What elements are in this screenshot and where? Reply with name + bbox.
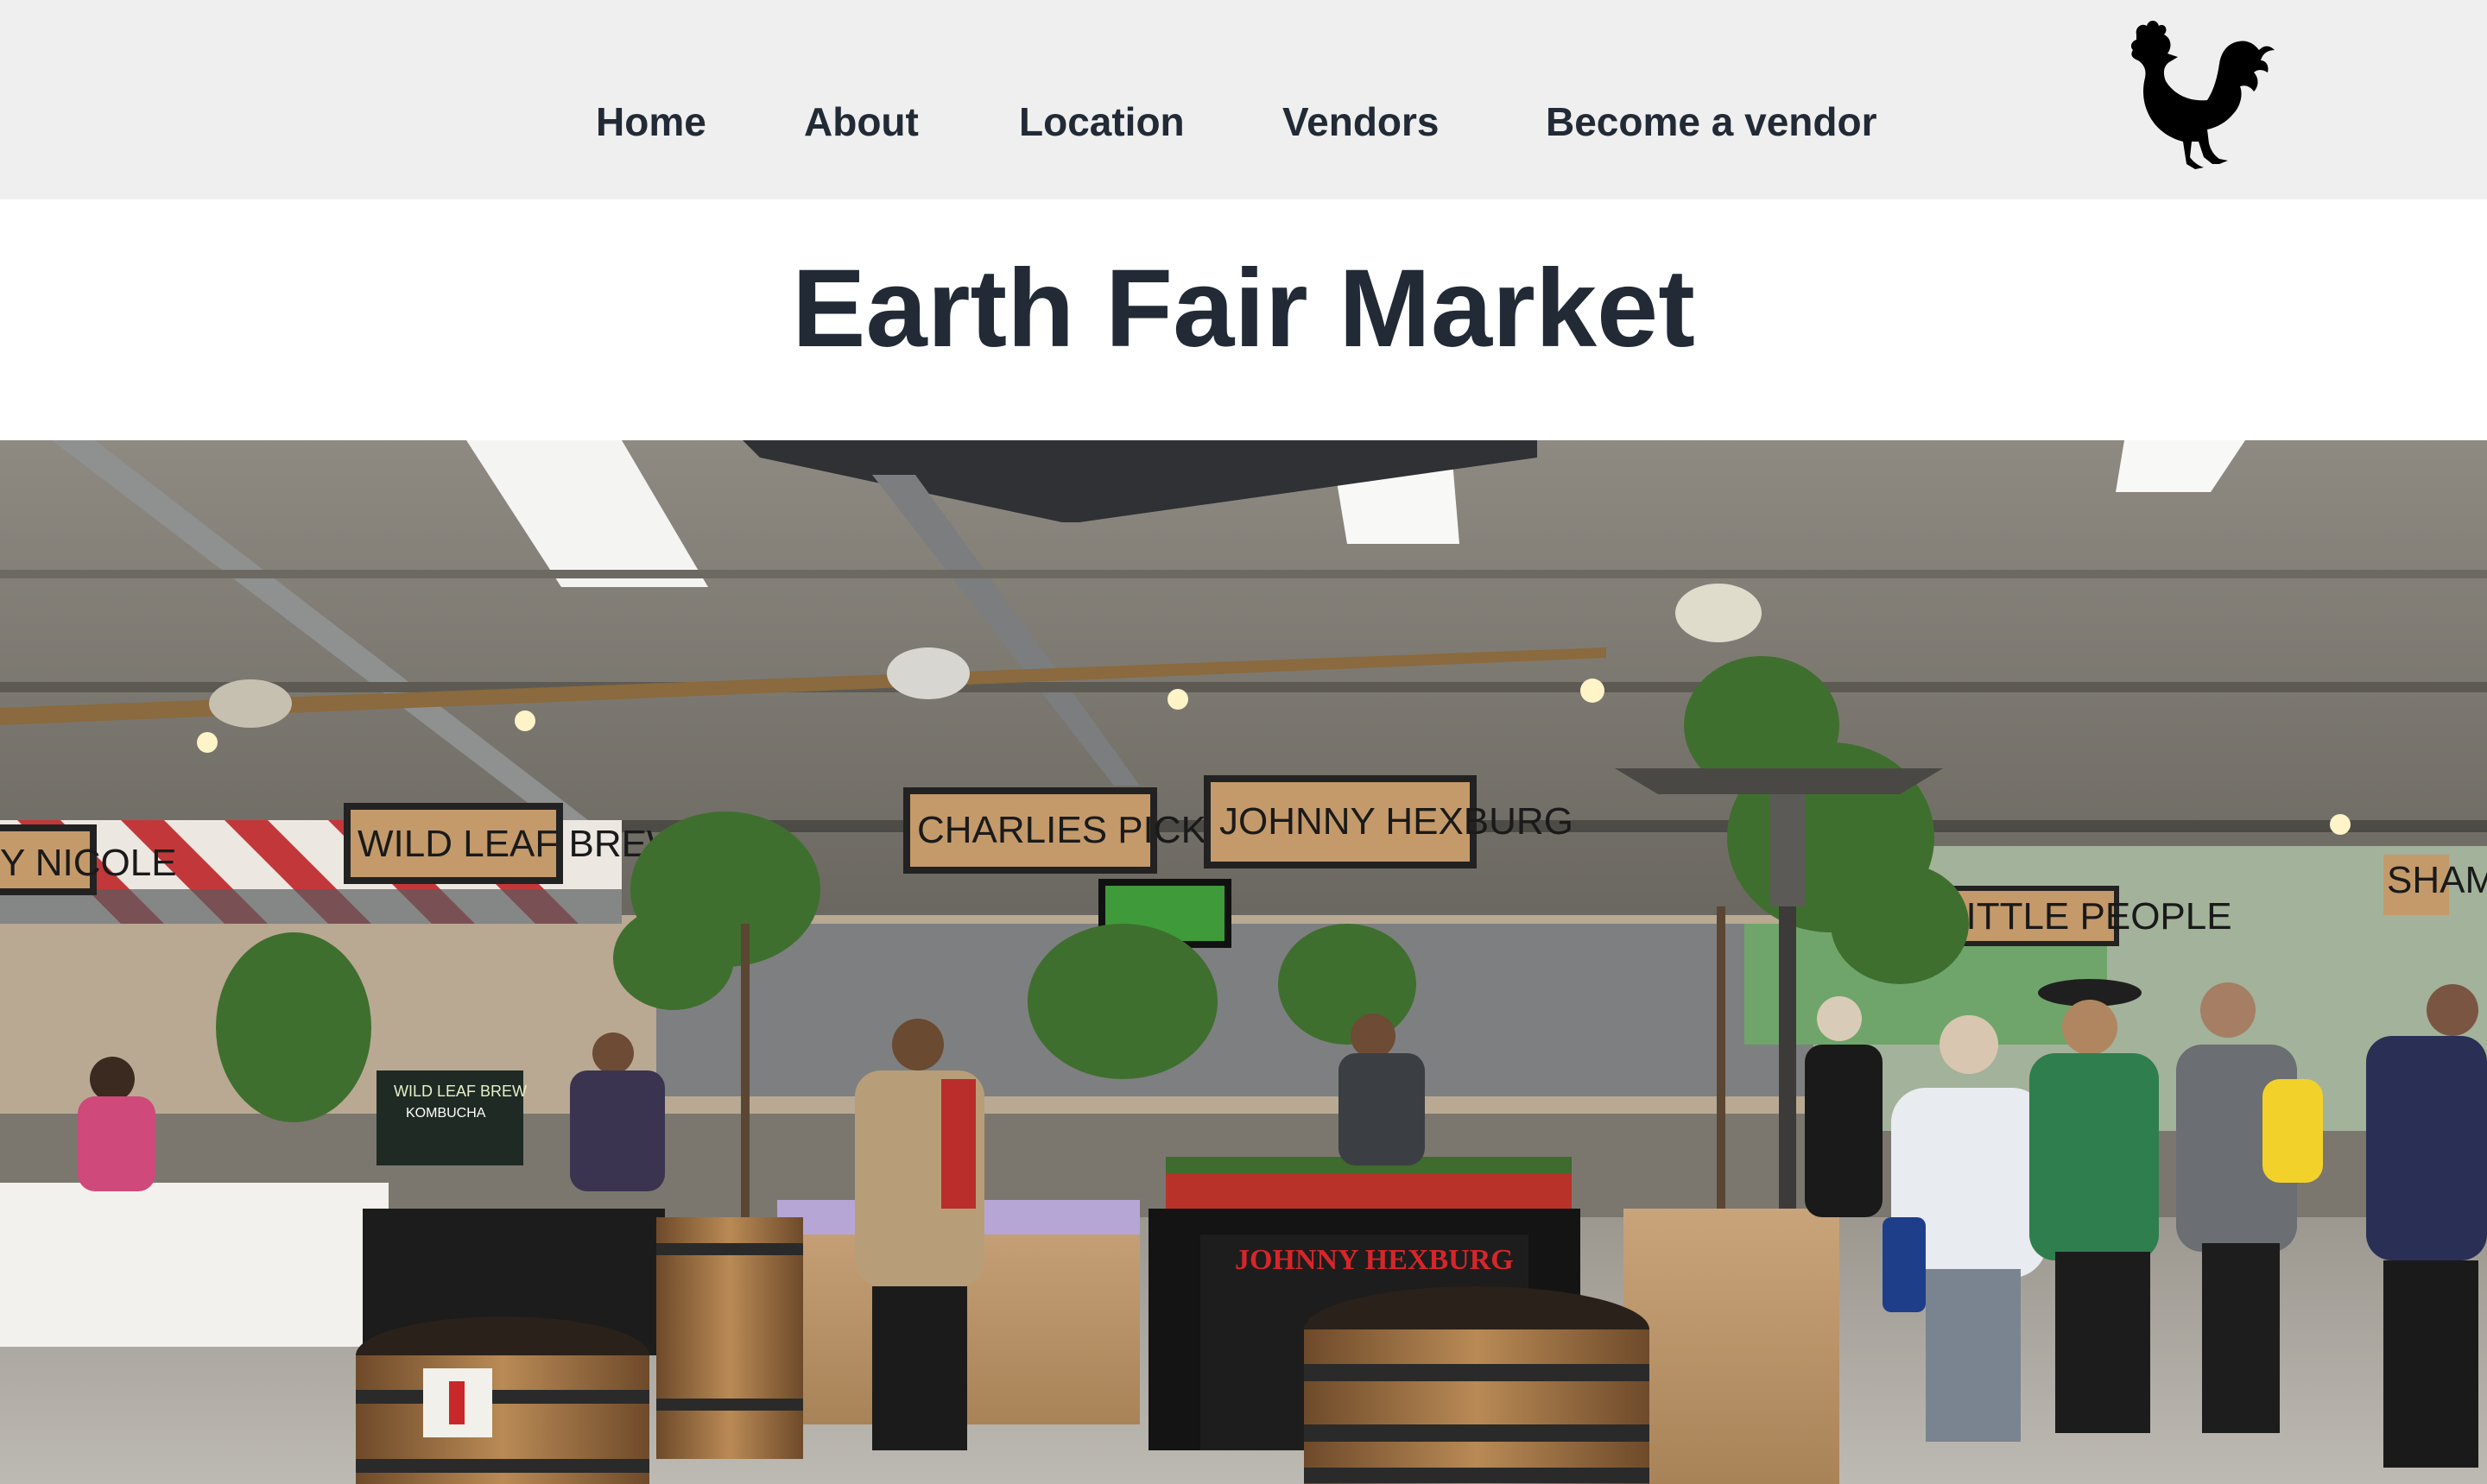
sign-nicole: Y NICOLE (0, 842, 177, 884)
nav-about-link[interactable]: About (804, 93, 919, 150)
market-hero-image: Y NICOLE WILD LEAF BREW CHARLIES PICKLES… (0, 440, 2487, 1484)
main-nav: Home About Location Vendors Become a ven… (0, 0, 2487, 199)
sign-wild-leaf-brew: WILD LEAF BREW (358, 823, 683, 865)
navbar: Home About Location Vendors Become a ven… (0, 0, 2487, 199)
sign-little-people: LITTLE PEOPLE (1945, 895, 2232, 938)
chalkboard-subtitle: KOMBUCHA (406, 1106, 486, 1121)
rooster-icon[interactable] (2117, 12, 2278, 183)
page-title: Earth Fair Market (792, 247, 1695, 370)
nav-vendors-link[interactable]: Vendors (1282, 93, 1440, 150)
sign-shamies: SHAMIES (2387, 859, 2487, 901)
nav-become-vendor-link[interactable]: Become a vendor (1546, 93, 1876, 150)
chalkboard-title: WILD LEAF BREW (394, 1083, 527, 1100)
nav-home-link[interactable]: Home (596, 93, 706, 150)
nav-location-link[interactable]: Location (1019, 93, 1185, 150)
stall-sign-johnny-hexburg: JOHNNY HEXBURG (1235, 1244, 1514, 1276)
sign-johnny-hexburg: JOHNNY HEXBURG (1219, 800, 1573, 843)
